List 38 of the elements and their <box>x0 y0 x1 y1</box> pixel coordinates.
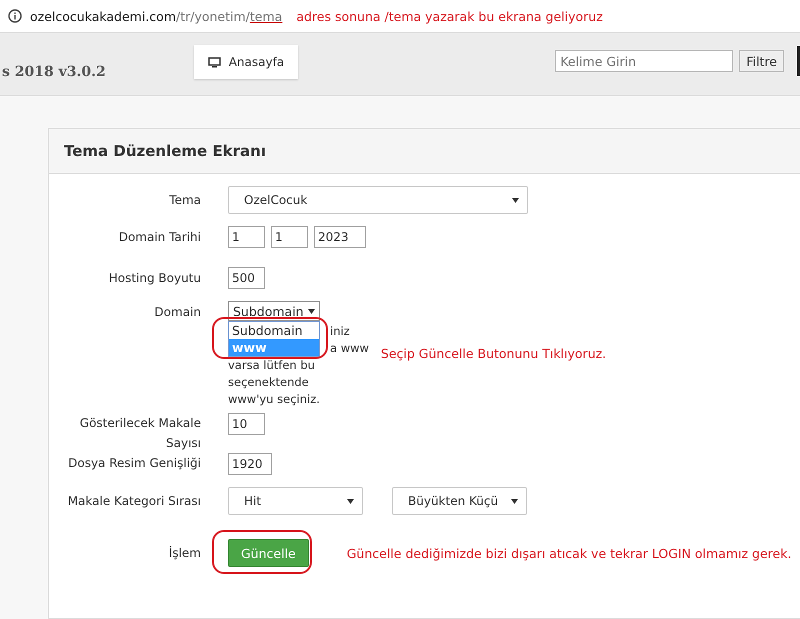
annotation-text: Seçip Güncelle Butonunu Tıklıyoruz. <box>380 346 606 361</box>
url-text[interactable]: ozelcocukakademi.com/tr/yonetim/tema <box>30 8 282 24</box>
annotation-text: Güncelle dediğimizde bizi dışarı atıcak ve tekrar LOGIN olmamız gerek. <box>346 546 792 560</box>
field-label: Domain <box>153 304 201 321</box>
theme-select[interactable]: OzelCocuk <box>228 186 528 214</box>
field-label: Tema <box>168 192 201 209</box>
domain-select[interactable]: Subdomain <box>228 301 320 321</box>
filter-button[interactable]: Filtre <box>739 50 784 72</box>
field-label: Gösterilecek Makale Sayısı <box>78 415 201 452</box>
caret-icon <box>511 498 518 504</box>
search-field[interactable]: Kelime Girin <box>555 50 734 72</box>
field-label: Dosya Resim Genişliği <box>67 455 201 472</box>
home-tab[interactable]: Anasayfa <box>194 45 298 79</box>
panel-title: Tema Düzenleme Ekranı <box>64 142 266 160</box>
hint-text: www'yu seçiniz. <box>228 391 320 408</box>
info-icon <box>8 9 22 23</box>
sort-select[interactable]: Büyükten Küçü <box>392 487 527 515</box>
input-field[interactable]: 10 <box>228 413 265 435</box>
date-field[interactable]: 1 <box>271 226 308 248</box>
date-field[interactable]: 1 <box>228 226 265 248</box>
hint-text: a www <box>330 340 369 357</box>
caret-icon <box>512 198 519 202</box>
field-label: Domain Tarihi <box>118 229 201 246</box>
caret-icon <box>308 308 315 314</box>
field-label: Makale Kategori Sırası <box>66 493 201 510</box>
input-field[interactable]: 1920 <box>228 453 272 475</box>
field-label: Hosting Boyutu <box>108 270 201 287</box>
hint-text: seçenektende <box>228 374 309 391</box>
sort-select[interactable]: Hit <box>228 487 363 515</box>
field-label: İşlem <box>168 545 201 562</box>
date-field[interactable]: 2023 <box>314 226 366 248</box>
annotation-text: adres sonuna /tema yazarak bu ekrana geliyoruz <box>296 8 603 24</box>
hint-text: varsa lütfen bu <box>228 357 315 374</box>
caret-icon <box>347 498 354 504</box>
hint-text: iniz <box>330 323 350 340</box>
monitor-icon <box>208 56 221 68</box>
app-title: s 2018 v3.0.2 <box>2 64 106 80</box>
input-field[interactable]: 500 <box>228 267 265 289</box>
